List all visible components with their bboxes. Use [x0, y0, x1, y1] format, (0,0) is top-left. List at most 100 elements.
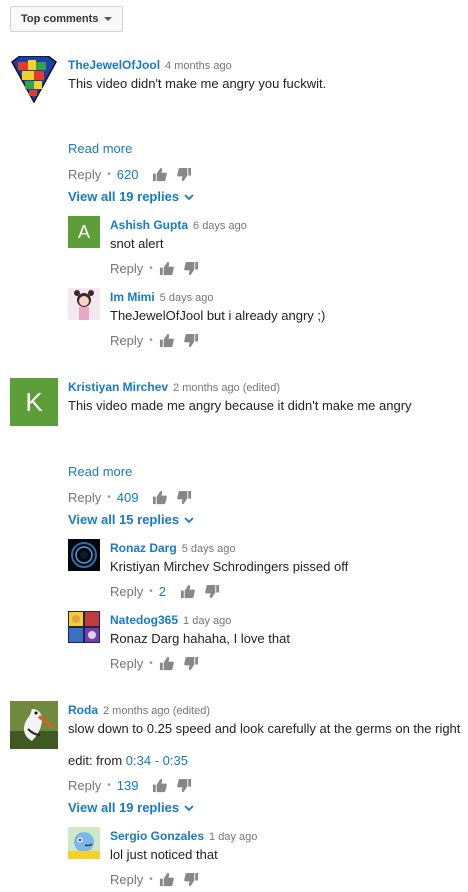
timestamp-link[interactable]: 0:34 — [126, 753, 151, 768]
thumbs-up-icon[interactable] — [180, 584, 195, 599]
reply-actions: Reply • — [110, 655, 209, 671]
view-replies-label: View all 19 replies — [68, 189, 180, 204]
letter-avatar[interactable]: A — [68, 216, 100, 248]
view-replies-button[interactable]: View all 19 replies — [68, 189, 194, 204]
thumbs-up-icon[interactable] — [159, 872, 174, 887]
reply-header: Ashish Gupta 6 days ago — [110, 216, 247, 234]
reply-header: Ronaz Darg 5 days ago — [110, 539, 236, 557]
superman-logo-avatar[interactable] — [10, 56, 58, 104]
separator-dot: • — [149, 585, 153, 597]
comment-header: TheJewelOfJool 4 months ago — [68, 56, 232, 74]
timestamp-link[interactable]: 0:35 — [163, 753, 188, 768]
comment-actions: Reply • 139 — [68, 777, 202, 793]
comment-actions: Reply • 409 — [68, 489, 202, 505]
stork-avatar[interactable] — [10, 701, 58, 749]
chevron-down-icon — [184, 193, 194, 200]
reply-button[interactable]: Reply — [68, 490, 101, 505]
sort-label: Top comments — [21, 13, 99, 25]
thumbs-up-icon[interactable] — [159, 333, 174, 348]
separator-dot: • — [107, 779, 111, 791]
anime-girl-avatar[interactable] — [68, 288, 100, 320]
reply-button[interactable]: Reply — [110, 656, 143, 671]
vortex-avatar[interactable] — [68, 539, 100, 571]
thumbs-down-icon[interactable] — [177, 778, 192, 793]
thumbs-up-icon[interactable] — [152, 778, 168, 793]
thumbs-up-icon[interactable] — [159, 261, 174, 276]
thumbs-up-icon[interactable] — [159, 656, 174, 671]
separator-dot: • — [107, 491, 111, 503]
comment-time[interactable]: 2 months ago (edited) — [173, 382, 280, 394]
thumbs-down-icon[interactable] — [177, 490, 192, 505]
reply-time[interactable]: 5 days ago — [160, 292, 214, 304]
like-count: 620 — [116, 166, 139, 182]
thumbs-down-icon[interactable] — [183, 261, 199, 276]
thumbs-up-icon[interactable] — [152, 490, 168, 505]
chevron-down-icon — [184, 804, 194, 811]
reply-time[interactable]: 5 days ago — [182, 543, 236, 555]
reply-actions: Reply • — [110, 871, 209, 887]
comment-author[interactable]: TheJewelOfJool — [68, 58, 160, 72]
comment-author[interactable]: Roda — [68, 703, 98, 717]
comment-time[interactable]: 4 months ago — [165, 60, 232, 72]
reply-actions: Reply • 2 — [110, 583, 230, 599]
reply-button[interactable]: Reply — [68, 778, 101, 793]
reply-button[interactable]: Reply — [110, 872, 143, 887]
letter-avatar[interactable]: K — [10, 378, 58, 426]
reply-text: TheJewelOfJool but i already angry ;) — [110, 308, 326, 323]
reply-button[interactable]: Reply — [110, 584, 143, 599]
reply-author[interactable]: Im Mimi — [110, 290, 155, 304]
comment-header: Roda 2 months ago (edited) — [68, 701, 210, 719]
thumbs-down-icon[interactable] — [177, 167, 192, 182]
reply-author[interactable]: Ashish Gupta — [110, 218, 188, 232]
separator-dot: • — [107, 168, 111, 180]
comment-actions: Reply • 620 — [68, 166, 202, 182]
separator-dot: • — [149, 657, 153, 669]
separator-dot: • — [149, 262, 153, 274]
reply-header: Sergio Gonzales 1 day ago — [110, 827, 257, 845]
view-replies-button[interactable]: View all 19 replies — [68, 800, 194, 815]
thumbs-up-icon[interactable] — [152, 167, 168, 182]
comment-author[interactable]: Kristiyan Mirchev — [68, 380, 168, 394]
chevron-down-icon — [184, 516, 194, 523]
view-replies-label: View all 15 replies — [68, 512, 180, 527]
reply-button[interactable]: Reply — [110, 333, 143, 348]
like-count: 2 — [158, 583, 166, 599]
caret-down-icon — [104, 17, 113, 21]
reply-text: Kristiyan Mirchev Schrodingers pissed of… — [110, 559, 349, 574]
comment-time[interactable]: 2 months ago (edited) — [103, 705, 210, 717]
view-replies-label: View all 19 replies — [68, 800, 180, 815]
thumbs-down-icon[interactable] — [205, 584, 220, 599]
reply-time[interactable]: 1 day ago — [183, 615, 231, 627]
reply-button[interactable]: Reply — [110, 261, 143, 276]
squirtle-avatar[interactable] — [68, 827, 100, 859]
reply-actions: Reply • — [110, 260, 209, 276]
timestamp-separator: - — [151, 753, 163, 768]
reply-time[interactable]: 1 day ago — [209, 831, 257, 843]
read-more-link[interactable]: Read more — [68, 464, 132, 479]
comment-text: This video made me angry because it didn… — [68, 398, 412, 413]
reply-button[interactable]: Reply — [68, 167, 101, 182]
thumbs-down-icon[interactable] — [183, 656, 199, 671]
comment-text: This video didn't make me angry you fuck… — [68, 76, 327, 91]
read-more-link[interactable]: Read more — [68, 141, 132, 156]
thumbs-down-icon[interactable] — [183, 872, 199, 887]
reply-author[interactable]: Ronaz Darg — [110, 541, 177, 555]
reply-header: Im Mimi 5 days ago — [110, 288, 214, 306]
reply-header: Natedog365 1 day ago — [110, 611, 231, 629]
sort-dropdown[interactable]: Top comments — [10, 6, 124, 32]
edit-prefix: edit: from — [68, 753, 126, 768]
reply-text: lol just noticed that — [110, 847, 218, 862]
like-count: 139 — [116, 777, 139, 793]
collage-avatar[interactable] — [68, 611, 100, 643]
reply-time[interactable]: 6 days ago — [193, 220, 247, 232]
reply-author[interactable]: Natedog365 — [110, 613, 178, 627]
like-count: 409 — [116, 489, 139, 505]
reply-text: snot alert — [110, 236, 164, 251]
reply-text: Ronaz Darg hahaha, I love that — [110, 631, 290, 646]
reply-actions: Reply • — [110, 332, 209, 348]
thumbs-down-icon[interactable] — [183, 333, 199, 348]
reply-author[interactable]: Sergio Gonzales — [110, 829, 204, 843]
comment-edit-line: edit: from 0:34 - 0:35 — [68, 753, 188, 768]
view-replies-button[interactable]: View all 15 replies — [68, 512, 194, 527]
separator-dot: • — [149, 873, 153, 885]
